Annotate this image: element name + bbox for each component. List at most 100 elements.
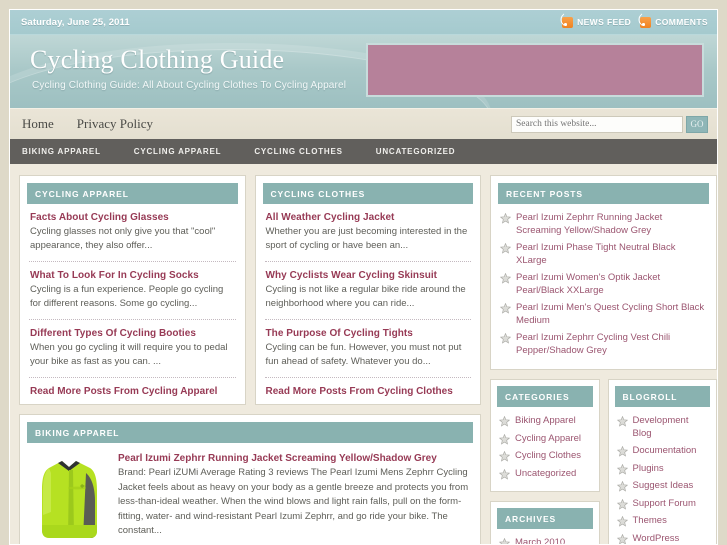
- catnav-cycling-clothes[interactable]: CYCLING CLOTHES: [254, 147, 342, 156]
- comments-feed-link[interactable]: COMMENTS: [640, 16, 708, 28]
- post-excerpt: Whether you are just becoming interested…: [265, 226, 468, 251]
- list-item[interactable]: Suggest Ideas: [616, 480, 709, 493]
- widget-archives: ARCHIVES March 2010: [490, 501, 600, 544]
- category-link[interactable]: Uncategorized: [515, 468, 576, 481]
- post-divider: [29, 319, 236, 320]
- post-teaser: Why Cyclists Wear Cycling Skinsuit Cycli…: [263, 270, 474, 311]
- sidebar-right-half: BLOGROLL Development Blog Documentation: [607, 379, 717, 545]
- news-feed-link[interactable]: NEWS FEED: [562, 16, 632, 28]
- widget-heading: ARCHIVES: [497, 508, 593, 529]
- post-title-link[interactable]: All Weather Cycling Jacket: [266, 212, 471, 223]
- catnav-biking-apparel[interactable]: BIKING APPAREL: [22, 147, 101, 156]
- archive-link[interactable]: March 2010: [515, 537, 565, 544]
- header-banner-ad[interactable]: [366, 43, 704, 97]
- sidebar-left-half: CATEGORIES Biking Apparel Cycling Appare…: [490, 379, 600, 544]
- post-title-link[interactable]: Facts About Cycling Glasses: [30, 212, 235, 223]
- recent-post-link[interactable]: Pearl Izumi Phase Tight Neutral Black XL…: [516, 242, 707, 267]
- top-utility-bar: Saturday, June 25, 2011 NEWS FEED COMMEN…: [10, 10, 717, 35]
- list-item[interactable]: Plugins: [616, 463, 709, 476]
- search-submit-button[interactable]: GO: [686, 115, 708, 133]
- read-more-cycling-clothes[interactable]: Read More Posts From Cycling Clothes: [263, 386, 474, 397]
- star-bullet-icon: [499, 433, 510, 445]
- list-item[interactable]: Support Forum: [616, 498, 709, 511]
- list-item[interactable]: Pearl Izumi Zephrr Running Jacket Scream…: [500, 212, 707, 237]
- blogroll-link[interactable]: Plugins: [633, 463, 664, 476]
- featured-post-title-link[interactable]: Pearl Izumi Zephrr Running Jacket Scream…: [118, 453, 470, 464]
- widget-blogroll: BLOGROLL Development Blog Documentation: [607, 379, 717, 545]
- catnav-cycling-apparel[interactable]: CYCLING APPAREL: [134, 147, 222, 156]
- site-header: Cycling Clothing Guide Cycling Clothing …: [10, 35, 717, 108]
- list-item[interactable]: Pearl Izumi Phase Tight Neutral Black XL…: [500, 242, 707, 267]
- list-item[interactable]: Biking Apparel: [499, 415, 591, 428]
- post-title-link[interactable]: Different Types Of Cycling Booties: [30, 328, 235, 339]
- list-item[interactable]: Uncategorized: [499, 468, 591, 481]
- post-excerpt: Cycling glasses not only give you that "…: [30, 226, 216, 251]
- star-bullet-icon: [616, 416, 628, 427]
- blogroll-link[interactable]: Development Blog: [633, 415, 709, 440]
- search-input[interactable]: [511, 115, 683, 133]
- recent-post-link[interactable]: Pearl Izumi Zephrr Cycling Vest Chili Pe…: [516, 332, 707, 357]
- list-item[interactable]: Cycling Clothes: [499, 450, 591, 463]
- widget-heading: RECENT POSTS: [498, 183, 709, 204]
- post-title-link[interactable]: The Purpose Of Cycling Tights: [266, 328, 471, 339]
- blogroll-link[interactable]: Support Forum: [633, 498, 696, 511]
- widget-box: CYCLING APPAREL Facts About Cycling Glas…: [19, 175, 246, 405]
- catnav-uncategorized[interactable]: UNCATEGORIZED: [376, 147, 456, 156]
- star-bullet-icon: [616, 516, 628, 527]
- content-area: CYCLING APPAREL Facts About Cycling Glas…: [10, 164, 717, 545]
- read-more-cycling-apparel[interactable]: Read More Posts From Cycling Apparel: [27, 386, 238, 397]
- featured-widgets-row: CYCLING APPAREL Facts About Cycling Glas…: [19, 175, 481, 414]
- list-item[interactable]: WordPress Planet: [616, 533, 709, 545]
- category-link[interactable]: Cycling Apparel: [515, 433, 581, 446]
- post-title-link[interactable]: What To Look For In Cycling Socks: [30, 270, 235, 281]
- list-item[interactable]: Pearl Izumi Women's Optik Jacket Pearl/B…: [500, 272, 707, 297]
- list-item[interactable]: Cycling Apparel: [499, 433, 591, 446]
- post-divider: [264, 319, 471, 320]
- star-bullet-icon: [500, 243, 511, 254]
- category-link[interactable]: Cycling Clothes: [515, 450, 581, 463]
- list-item[interactable]: March 2010: [499, 537, 591, 544]
- archives-list: March 2010: [497, 537, 593, 544]
- recent-post-link[interactable]: Pearl Izumi Men's Quest Cycling Short Bl…: [516, 302, 707, 327]
- comments-feed-label: COMMENTS: [655, 17, 708, 27]
- list-item[interactable]: Pearl Izumi Men's Quest Cycling Short Bl…: [500, 302, 707, 327]
- category-link[interactable]: Biking Apparel: [515, 415, 576, 428]
- recent-posts-list: Pearl Izumi Zephrr Running Jacket Scream…: [498, 212, 709, 357]
- rss-icon: [562, 16, 574, 28]
- featured-post: Pearl Izumi Zephrr Running Jacket Scream…: [27, 451, 473, 543]
- star-bullet-icon: [616, 498, 628, 510]
- news-feed-label: NEWS FEED: [577, 17, 632, 27]
- widget-box-biking-apparel: BIKING APPAREL Pearl Izumi Zephrr Runnin…: [19, 414, 481, 544]
- search-form: GO: [511, 115, 708, 133]
- star-bullet-icon: [500, 273, 511, 284]
- blogroll-link[interactable]: WordPress Planet: [633, 533, 709, 545]
- post-excerpt: Cycling can be fun. However, you must no…: [265, 342, 462, 367]
- post-title-link[interactable]: Why Cyclists Wear Cycling Skinsuit: [266, 270, 471, 281]
- widget-heading: BIKING APPAREL: [27, 422, 473, 443]
- blogroll-link[interactable]: Themes: [633, 515, 667, 528]
- post-excerpt: When you go cycling it will require you …: [30, 342, 228, 367]
- nav-link-privacy-policy[interactable]: Privacy Policy: [77, 116, 153, 132]
- post-thumbnail[interactable]: [30, 453, 108, 543]
- blogroll-link[interactable]: Suggest Ideas: [633, 480, 694, 493]
- current-date: Saturday, June 25, 2011: [21, 16, 130, 28]
- featured-cycling-clothes: CYCLING CLOTHES All Weather Cycling Jack…: [254, 175, 481, 414]
- widget-heading: BLOGROLL: [614, 386, 710, 407]
- star-bullet-icon: [499, 451, 510, 462]
- list-item[interactable]: Themes: [616, 515, 709, 528]
- recent-post-link[interactable]: Pearl Izumi Zephrr Running Jacket Scream…: [516, 212, 707, 237]
- site-title[interactable]: Cycling Clothing Guide: [30, 45, 284, 75]
- nav-link-home[interactable]: Home: [22, 116, 54, 132]
- post-divider: [264, 261, 471, 262]
- recent-post-link[interactable]: Pearl Izumi Women's Optik Jacket Pearl/B…: [516, 272, 707, 297]
- blogroll-link[interactable]: Documentation: [633, 445, 697, 458]
- list-item[interactable]: Pearl Izumi Zephrr Cycling Vest Chili Pe…: [500, 332, 707, 357]
- star-bullet-icon: [500, 303, 511, 314]
- widget-box: CYCLING CLOTHES All Weather Cycling Jack…: [254, 175, 481, 405]
- list-item[interactable]: Documentation: [616, 445, 709, 458]
- post-excerpt: Cycling is a fun experience. People go c…: [30, 284, 224, 309]
- star-bullet-icon: [616, 481, 628, 492]
- post-teaser: The Purpose Of Cycling Tights Cycling ca…: [263, 328, 474, 369]
- list-item[interactable]: Development Blog: [616, 415, 709, 440]
- star-bullet-icon: [616, 463, 628, 475]
